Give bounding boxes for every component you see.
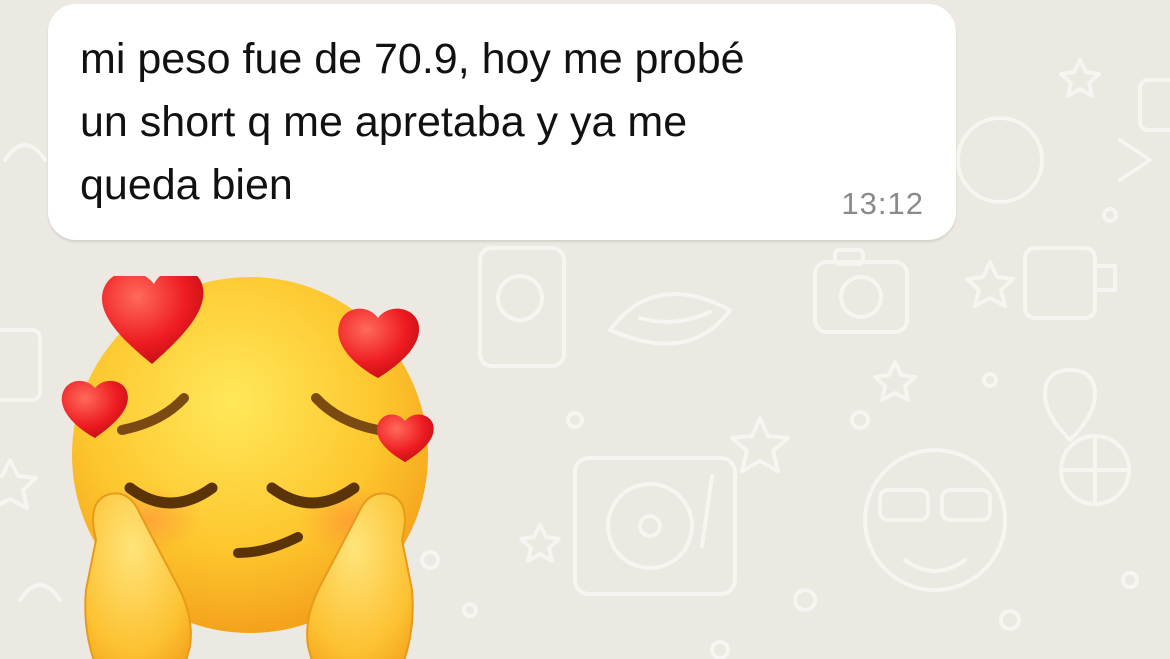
message-bubble[interactable]: mi peso fue de 70.9, hoy me probé un sho…: [48, 4, 956, 240]
message-timestamp: 13:12: [841, 186, 924, 221]
message-text: mi peso fue de 70.9, hoy me probé un sho…: [80, 35, 745, 209]
smiling-face-with-hearts-hands-on-cheeks-icon[interactable]: [58, 276, 440, 659]
